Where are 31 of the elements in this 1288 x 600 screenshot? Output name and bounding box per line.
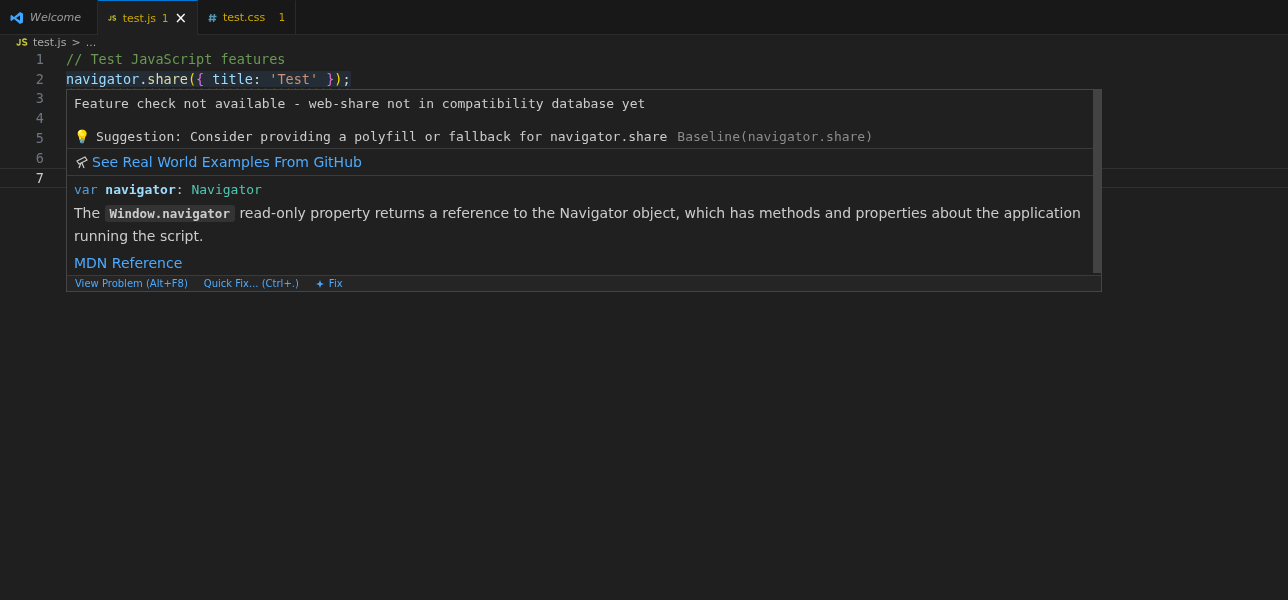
line-number: 3 xyxy=(34,90,44,107)
github-examples-link[interactable]: See Real World Examples From GitHub xyxy=(92,154,362,170)
hover-action-link[interactable]: Fix xyxy=(314,278,343,289)
close-icon[interactable]: × xyxy=(174,9,187,27)
vscode-logo-icon xyxy=(10,10,24,25)
breadcrumb-item[interactable]: ... xyxy=(85,35,97,49)
diagnostic-message: Feature check not available - web-share not in compatibility database yet xyxy=(74,96,647,111)
mdn-reference-link[interactable]: MDN Reference xyxy=(74,255,1094,271)
problem-count: 1 xyxy=(162,12,169,24)
breadcrumb-item[interactable]: test.js xyxy=(33,35,67,49)
suggestion-text: Suggestion: Consider providing a polyfill or fallback for navigator.share xyxy=(96,129,668,144)
code-line: // Test JavaScript features xyxy=(66,50,286,67)
hover-action-link[interactable]: View Problem (Alt+F8) xyxy=(75,278,188,289)
line-number: 5 xyxy=(34,130,44,147)
editor-tab[interactable]: test.js 1 × xyxy=(98,0,198,35)
line-number: 7 xyxy=(34,169,44,186)
javascript-file-icon xyxy=(108,14,117,22)
diagnostic-source: Baseline(navigator.share) xyxy=(677,129,874,144)
hash-icon xyxy=(208,12,217,23)
lightbulb-icon: 💡 xyxy=(74,129,90,144)
javascript-file-icon xyxy=(16,38,28,46)
line-number: 4 xyxy=(34,110,44,127)
documentation-text: The Window.navigator read-only property returns a reference to the Navigator object, which has methods and properties about the application running the script. xyxy=(74,204,1082,246)
breadcrumb-separator: > xyxy=(71,35,81,49)
line-number: 6 xyxy=(34,149,44,166)
line-number: 1 xyxy=(34,50,44,67)
problem-count: 1 xyxy=(278,12,285,23)
line-number: 2 xyxy=(34,70,44,87)
hover-action-link[interactable]: Quick Fix... (Ctrl+.) xyxy=(203,278,299,289)
telescope-icon xyxy=(75,155,89,169)
type-signature: var navigator: Navigator xyxy=(74,182,263,197)
